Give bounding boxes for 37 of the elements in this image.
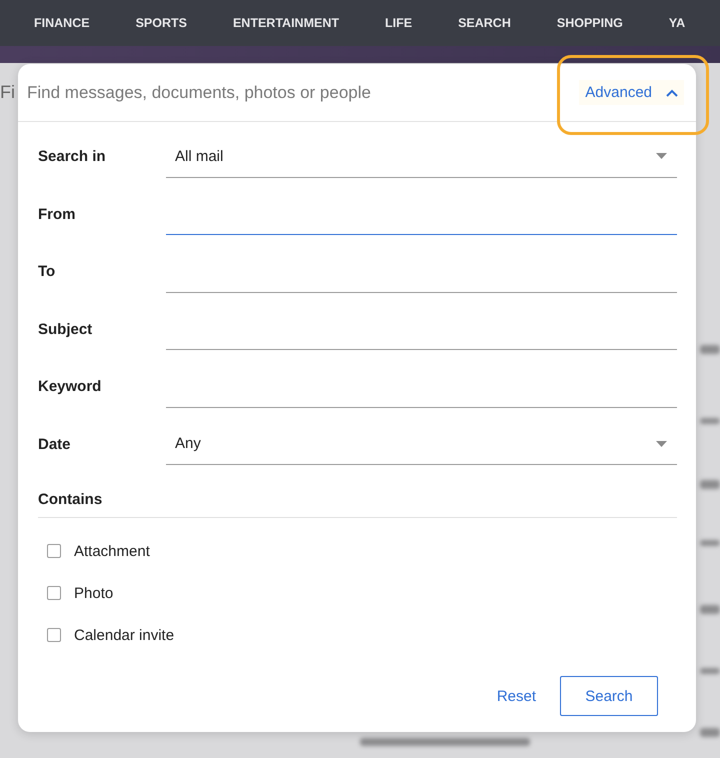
dropdown-field[interactable]: All mail (166, 136, 677, 178)
nav-link[interactable]: LIFE (384, 16, 412, 30)
dropdown-caret-icon (656, 153, 667, 159)
field-label: Search in (38, 148, 107, 166)
nav-link[interactable]: SHOPPING (556, 16, 623, 30)
nav-link[interactable]: ENTERTAINMENT (232, 16, 339, 30)
nav-link[interactable]: SEARCH (458, 16, 511, 30)
nav-link[interactable]: YA (668, 16, 686, 30)
background-text: Fi (0, 82, 15, 103)
blurred-background (700, 668, 720, 674)
field-label: From (38, 206, 76, 223)
blurred-background (700, 605, 720, 614)
blurred-background (700, 480, 720, 489)
blurred-background (700, 728, 720, 737)
section-label: Contains (38, 477, 677, 518)
field-label: Subject (38, 320, 94, 338)
blurred-background (700, 418, 720, 424)
checkbox-label: Photo (74, 584, 114, 602)
chevron-icon (666, 88, 678, 96)
dropdown-caret-icon (656, 440, 667, 446)
field-label: Date (38, 436, 72, 453)
search-button[interactable]: Search (560, 676, 658, 716)
blurred-background (700, 540, 720, 546)
nav-link[interactable]: SPORTS (136, 16, 187, 30)
reset-button[interactable]: Reset (494, 678, 538, 714)
checkbox[interactable] (47, 628, 61, 642)
nav-link[interactable]: FINANCE (34, 16, 90, 30)
checkbox-label: Attachment (74, 542, 150, 560)
advanced-toggle[interactable]: Advanced (579, 80, 684, 105)
field-label: Keyword (38, 378, 102, 396)
search-field[interactable]: Find messages, documents, photos or people (27, 82, 580, 102)
checkbox-label: Calendar invite (74, 626, 174, 644)
checkbox[interactable] (47, 544, 61, 558)
dropdown-field[interactable]: Any (166, 423, 677, 465)
checkbox[interactable] (47, 586, 61, 600)
blurred-background (700, 345, 720, 354)
field-label: To (38, 263, 56, 280)
